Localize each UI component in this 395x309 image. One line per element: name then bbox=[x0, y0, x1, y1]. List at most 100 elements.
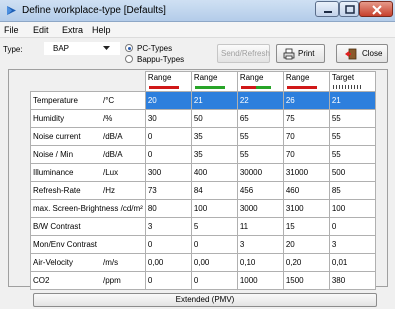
value-cell[interactable]: 3100 bbox=[282, 199, 330, 218]
value-cell[interactable]: 84 bbox=[190, 181, 238, 200]
value-cell[interactable]: 55 bbox=[328, 127, 376, 146]
row-label: Noise current/dB/A bbox=[30, 127, 146, 146]
value-cell[interactable]: 70 bbox=[282, 127, 330, 146]
value-cell[interactable]: 0,00 bbox=[144, 253, 192, 272]
value-cell[interactable]: 55 bbox=[236, 127, 284, 146]
value-cell[interactable]: 1500 bbox=[282, 271, 330, 290]
value-cell[interactable]: 26 bbox=[282, 91, 330, 110]
value-cell[interactable]: 73 bbox=[144, 181, 192, 200]
value-cell[interactable]: 21 bbox=[328, 91, 376, 110]
value-cell[interactable]: 30 bbox=[144, 109, 192, 128]
column-header[interactable]: Range bbox=[282, 71, 330, 92]
table-row[interactable]: Mon/Env Contrast 0 0 3 20 3 bbox=[30, 235, 376, 254]
row-name: Noise current bbox=[33, 132, 81, 141]
row-label: CO2/ppm bbox=[30, 271, 146, 290]
value-cell[interactable]: 30000 bbox=[236, 163, 284, 182]
value-cell[interactable]: 80 bbox=[144, 199, 192, 218]
table-row[interactable]: B/W Contrast 3 5 11 15 0 bbox=[30, 217, 376, 236]
value-cell[interactable]: 21 bbox=[190, 91, 238, 110]
column-header[interactable]: Target bbox=[328, 71, 376, 92]
value-cell[interactable]: 0 bbox=[328, 217, 376, 236]
table-row[interactable]: Noise current/dB/A 0 35 55 70 55 bbox=[30, 127, 376, 146]
value-cell[interactable]: 0 bbox=[144, 145, 192, 164]
close-button[interactable]: Close bbox=[336, 44, 388, 63]
radio-pc-types[interactable] bbox=[125, 44, 133, 52]
send-refresh-button[interactable]: Send/Refresh bbox=[217, 44, 270, 63]
value-cell[interactable]: 0 bbox=[190, 235, 238, 254]
column-header[interactable]: Range bbox=[236, 71, 284, 92]
window-close-button[interactable] bbox=[359, 1, 393, 17]
row-unit: /dB/A bbox=[103, 150, 123, 159]
table-row[interactable]: max. Screen-Brightness /cd/m² 80 100 3000 31… bbox=[30, 199, 376, 218]
column-header[interactable]: Range bbox=[144, 71, 192, 92]
value-cell[interactable]: 65 bbox=[236, 109, 284, 128]
value-cell[interactable]: 55 bbox=[328, 145, 376, 164]
value-cell[interactable]: 0 bbox=[144, 127, 192, 146]
value-cell[interactable]: 55 bbox=[328, 109, 376, 128]
extended-pmv-button[interactable]: Extended (PMV) bbox=[33, 293, 377, 307]
value-cell[interactable]: 50 bbox=[190, 109, 238, 128]
value-cell[interactable]: 3 bbox=[328, 235, 376, 254]
value-cell[interactable]: 35 bbox=[190, 145, 238, 164]
table-row[interactable]: Humidity /% 30 50 65 75 55 bbox=[30, 109, 376, 128]
value-cell[interactable]: 1000 bbox=[236, 271, 284, 290]
value-cell[interactable]: 0,10 bbox=[236, 253, 284, 272]
menu-help[interactable]: Help bbox=[92, 25, 111, 35]
table-row[interactable]: CO2/ppm 0 0 1000 1500 380 bbox=[30, 271, 376, 290]
value-cell[interactable]: 75 bbox=[282, 109, 330, 128]
maximize-button[interactable] bbox=[339, 1, 359, 17]
value-cell[interactable]: 0 bbox=[144, 235, 192, 254]
range-color-swatch bbox=[332, 85, 363, 89]
range-color-swatch bbox=[194, 86, 225, 89]
value-cell[interactable]: 3000 bbox=[236, 199, 284, 218]
menu-file[interactable]: File bbox=[4, 25, 19, 35]
value-cell[interactable]: 35 bbox=[190, 127, 238, 146]
row-name: max. Screen-Brightness /cd/m² bbox=[33, 204, 143, 213]
value-cell[interactable]: 456 bbox=[236, 181, 284, 200]
row-name: Air-Velocity bbox=[33, 258, 74, 267]
value-cell[interactable]: 0,01 bbox=[328, 253, 376, 272]
value-cell[interactable]: 11 bbox=[236, 217, 284, 236]
row-unit: /Hz bbox=[103, 186, 115, 195]
value-cell[interactable]: 100 bbox=[190, 199, 238, 218]
value-cell[interactable]: 15 bbox=[282, 217, 330, 236]
radio-bappu-types[interactable] bbox=[125, 55, 133, 63]
value-cell[interactable]: 380 bbox=[328, 271, 376, 290]
menu-edit[interactable]: Edit bbox=[33, 25, 49, 35]
value-cell[interactable]: 0,20 bbox=[282, 253, 330, 272]
value-cell[interactable]: 0,00 bbox=[190, 253, 238, 272]
row-name: Temperature bbox=[33, 96, 78, 105]
menu-extra[interactable]: Extra bbox=[62, 25, 83, 35]
table-row[interactable]: Noise / Min/dB/A 0 35 55 70 55 bbox=[30, 145, 376, 164]
value-cell[interactable]: 5 bbox=[190, 217, 238, 236]
table-row[interactable]: Illuminance/Lux 300 400 30000 31000 500 bbox=[30, 163, 376, 182]
value-cell[interactable]: 0 bbox=[190, 271, 238, 290]
value-cell[interactable]: 22 bbox=[236, 91, 284, 110]
value-cell[interactable]: 3 bbox=[236, 235, 284, 254]
minimize-button[interactable] bbox=[315, 1, 339, 17]
value-cell[interactable]: 20 bbox=[282, 235, 330, 254]
row-name: Illuminance bbox=[33, 168, 74, 177]
table-row[interactable]: Air-Velocity/m/s 0,00 0,00 0,10 0,20 0,01 bbox=[30, 253, 376, 272]
value-cell[interactable]: 31000 bbox=[282, 163, 330, 182]
value-cell[interactable]: 100 bbox=[328, 199, 376, 218]
print-button[interactable]: Print bbox=[276, 44, 325, 63]
value-cell[interactable]: 0 bbox=[144, 271, 192, 290]
value-cell[interactable]: 460 bbox=[282, 181, 330, 200]
table-row[interactable]: Refresh-Rate/Hz 73 84 456 460 85 bbox=[30, 181, 376, 200]
column-header[interactable]: Range bbox=[190, 71, 238, 92]
column-header-label: Range bbox=[147, 73, 172, 82]
value-cell[interactable]: 85 bbox=[328, 181, 376, 200]
type-select[interactable]: BAP bbox=[44, 42, 120, 55]
table-row[interactable]: Temperature/°C 20 21 22 26 21 bbox=[30, 91, 376, 110]
value-cell[interactable]: 400 bbox=[190, 163, 238, 182]
value-cell[interactable]: 55 bbox=[236, 145, 284, 164]
row-label: Humidity /% bbox=[30, 109, 146, 128]
column-header-label: Range bbox=[239, 73, 264, 82]
value-cell[interactable]: 70 bbox=[282, 145, 330, 164]
value-cell[interactable]: 300 bbox=[144, 163, 192, 182]
value-cell[interactable]: 3 bbox=[144, 217, 192, 236]
title-bar: Define workplace-type [Defaults] bbox=[0, 0, 395, 22]
value-cell[interactable]: 20 bbox=[144, 91, 192, 110]
value-cell[interactable]: 500 bbox=[328, 163, 376, 182]
